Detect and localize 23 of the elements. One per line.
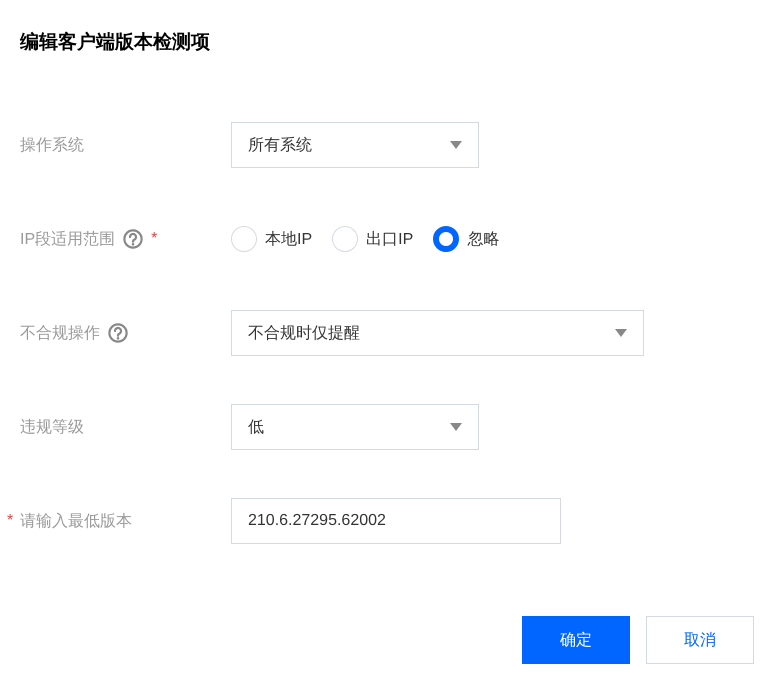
help-icon[interactable] [108,323,128,343]
field-label: 不合规操作 [20,324,100,344]
confirm-button[interactable]: 确定 [522,616,630,664]
radio-option[interactable]: 本地IP [231,226,312,252]
required-mark: * [151,230,158,248]
radio-option[interactable]: 忽略 [433,226,500,252]
select-field[interactable]: 不合规时仅提醒 [231,310,644,356]
help-icon[interactable] [123,229,144,249]
field-label: 请输入最低版本 [20,512,132,532]
field-label: IP段适用范围 [20,230,116,250]
select-field[interactable]: 低 [231,404,479,450]
radio-option[interactable]: 出口IP [332,226,414,252]
input-field[interactable]: 210.6.27295.62002 [231,498,561,544]
cancel-button[interactable]: 取消 [646,616,754,664]
caret-icon [615,329,627,337]
field-label: 操作系统 [20,136,84,156]
caret-icon [450,141,462,149]
required-mark: * [7,512,14,530]
caret-icon [450,423,462,431]
select-field[interactable]: 所有系统 [231,122,479,168]
field-label: 违规等级 [20,418,84,438]
radio-circle[interactable] [433,226,460,252]
dialog-title: 编辑客户端版本检测项 [20,30,211,55]
